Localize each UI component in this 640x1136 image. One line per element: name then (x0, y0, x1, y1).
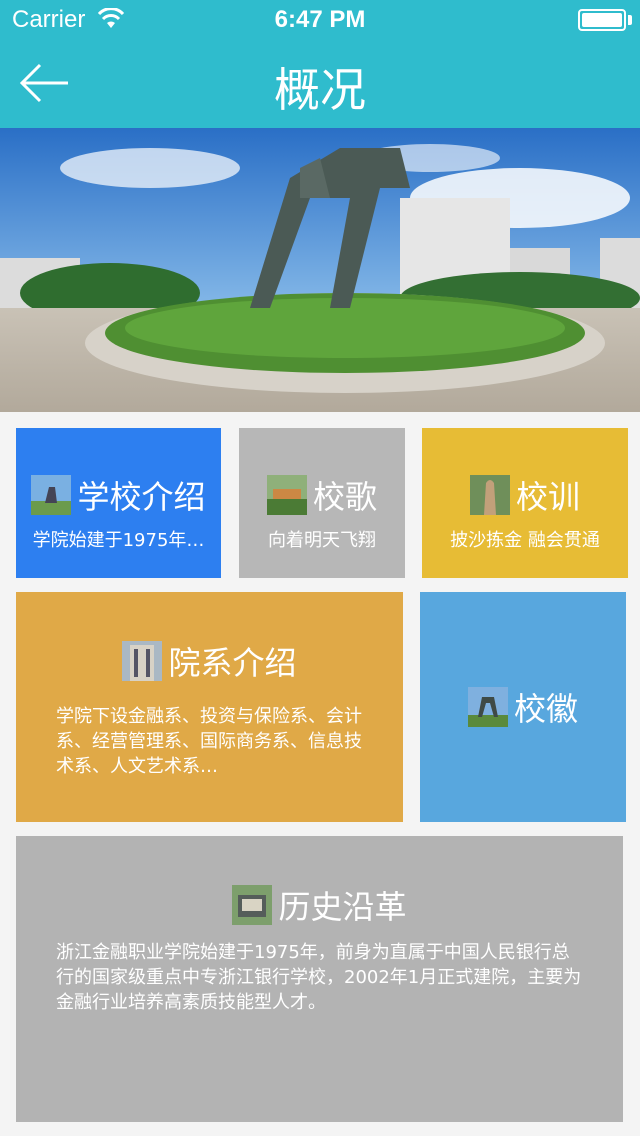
tile-school-emblem[interactable]: 校徽 (420, 592, 626, 822)
motto-thumbnail-icon (469, 475, 510, 515)
tile-header: 校歌 (239, 472, 405, 518)
tile-header: 校徽 (420, 684, 626, 730)
tile-school-intro[interactable]: 学校介绍 学院始建于1975年… (16, 428, 221, 578)
emblem-thumbnail-icon (467, 687, 508, 727)
navigation-bar: Carrier 6:47 PM 概况 (0, 0, 640, 128)
tile-history[interactable]: 历史沿革 浙江金融职业学院始建于1975年，前身为直属于中国人民银行总行的国家级… (16, 836, 623, 1122)
tile-description: 学院始建于1975年… (32, 530, 205, 551)
page-title: 概况 (274, 63, 366, 117)
battery-tip (628, 15, 632, 25)
tile-description: 披沙拣金 融会贯通 (450, 530, 600, 551)
tile-label: 校歌 (312, 478, 377, 516)
tile-description: 学院下设金融系、投资与保险系、会计系、经营管理系、国际商务系、信息技术系、人文艺… (56, 706, 362, 777)
tile-label: 历史沿革 (278, 888, 407, 926)
tile-description: 向着明天飞翔 (268, 530, 376, 551)
battery-icon (578, 9, 626, 31)
clock: 6:47 PM (274, 6, 366, 33)
tile-label: 学校介绍 (77, 478, 206, 516)
history-thumbnail-icon (232, 885, 273, 925)
departments-thumbnail-icon (122, 641, 163, 681)
status-bar: Carrier 6:47 PM (0, 0, 640, 40)
tile-school-song[interactable]: 校歌 向着明天飞翔 (239, 428, 405, 578)
tile-description: 浙江金融职业学院始建于1975年，前身为直属于中国人民银行总行的国家级重点中专浙… (56, 942, 582, 1013)
tile-label: 校训 (515, 478, 580, 516)
song-thumbnail-icon (266, 475, 307, 515)
tile-label: 校徽 (513, 690, 578, 728)
tile-header: 历史沿革 (16, 882, 623, 928)
tile-header: 院系介绍 (16, 638, 403, 684)
tile-header: 学校介绍 (16, 472, 221, 518)
tile-header: 校训 (422, 472, 628, 518)
tile-label: 院系介绍 (168, 644, 297, 682)
school-thumbnail-icon (31, 475, 72, 515)
tile-departments[interactable]: 院系介绍 学院下设金融系、投资与保险系、会计系、经营管理系、国际商务系、信息技术… (16, 592, 403, 822)
campus-banner-image (0, 128, 640, 412)
tile-school-motto[interactable]: 校训 披沙拣金 融会贯通 (422, 428, 628, 578)
